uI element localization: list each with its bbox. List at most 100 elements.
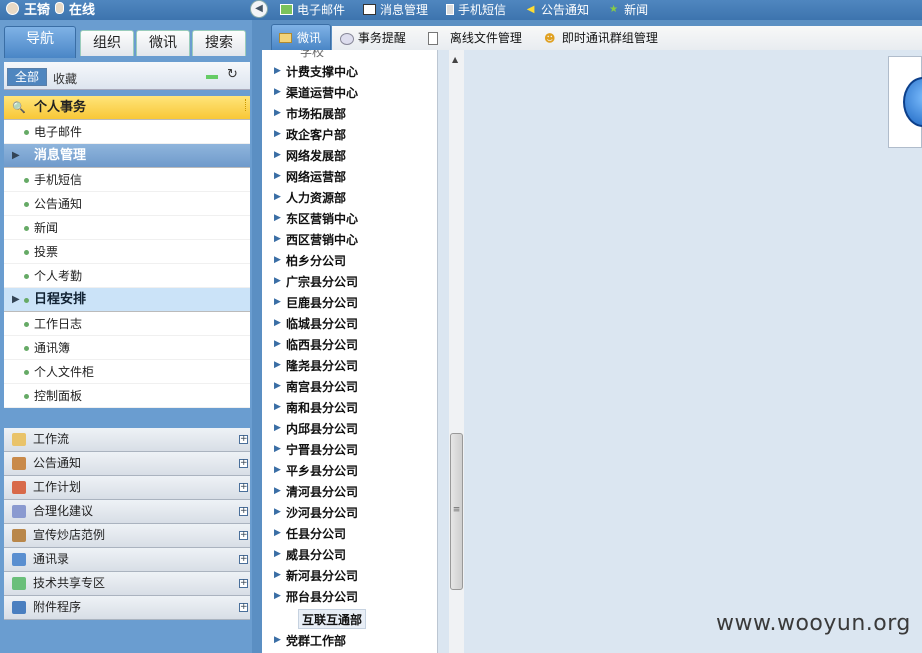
plus-icon[interactable]: +	[239, 459, 248, 468]
nav-item-attendance[interactable]: 个人考勤	[4, 264, 250, 288]
acc-label: 工作计划	[33, 480, 82, 494]
message-icon	[363, 4, 377, 15]
tab-nav[interactable]: 导航	[4, 26, 76, 58]
refresh-icon[interactable]: ↻	[227, 67, 238, 82]
nav-item-email[interactable]: 电子邮件	[4, 120, 250, 144]
acc-label: 技术共享专区	[33, 576, 106, 590]
nav-item-news[interactable]: 新闻	[4, 216, 250, 240]
plus-icon[interactable]: +	[239, 603, 248, 612]
acc-notice[interactable]: 公告通知 +	[4, 452, 250, 476]
tab-org[interactable]: 组织	[80, 30, 134, 56]
dept-item[interactable]: ▶ 巨鹿县分公司	[274, 293, 358, 313]
phone-icon	[446, 4, 455, 15]
dept-item[interactable]: ▶ 计费支撑中心	[274, 62, 358, 82]
quick-link-email[interactable]: 电子邮件	[280, 1, 345, 18]
dept-item[interactable]: ▶ 南和县分公司	[274, 398, 358, 418]
nav-item-worklog[interactable]: 工作日志	[4, 312, 250, 336]
dept-item[interactable]: ▶ 沙河县分公司	[274, 503, 358, 523]
tab-weixun[interactable]: 微讯	[136, 30, 190, 56]
dept-item[interactable]: ▶ 宁晋县分公司	[274, 440, 358, 460]
acc-attachments[interactable]: 附件程序 +	[4, 596, 250, 620]
dept-item[interactable]: ▶ 东区营销中心	[274, 209, 358, 229]
dept-item[interactable]: ▶ 西区营销中心	[274, 230, 358, 250]
back-arrow-icon[interactable]: ◀	[250, 0, 268, 18]
dept-item[interactable]: ▶ 市场拓展部	[274, 104, 346, 124]
collapse-icon[interactable]	[206, 75, 218, 79]
quick-link-notice[interactable]: ◀ 公告通知	[524, 1, 589, 18]
plus-icon[interactable]: +	[239, 435, 248, 444]
tab-search[interactable]: 搜索	[192, 30, 246, 56]
nav-item-sms[interactable]: 手机短信	[4, 168, 250, 192]
dept-item-selected[interactable]: 互联互通部	[298, 609, 367, 629]
group-label: 消息管理	[34, 148, 87, 163]
dept-item[interactable]: ▶ 内邱县分公司	[274, 419, 358, 439]
group-personal[interactable]: 🔍 个人事务	[4, 96, 250, 120]
dept-label: 隆尧县分公司	[286, 359, 359, 373]
dept-item[interactable]: ▶ 清河县分公司	[274, 482, 358, 502]
dept-item[interactable]: ▶ 网络运营部	[274, 167, 346, 187]
dept-item[interactable]: ▶ 隆尧县分公司	[274, 356, 359, 376]
tab-offline-files[interactable]: 离线文件管理	[428, 27, 522, 50]
dept-item[interactable]: ▶ 临西县分公司	[274, 335, 358, 355]
bullet-icon	[24, 346, 29, 351]
nav-item-vote[interactable]: 投票	[4, 240, 250, 264]
dept-item[interactable]: ▶ 柏乡分公司	[274, 251, 346, 271]
dept-item[interactable]: ▶ 南宫县分公司	[274, 377, 358, 397]
dept-item[interactable]: ▶ 渠道运营中心	[274, 83, 358, 103]
acc-label: 附件程序	[33, 600, 82, 614]
nav-item-notice[interactable]: 公告通知	[4, 192, 250, 216]
plus-icon[interactable]: +	[239, 483, 248, 492]
acc-promo[interactable]: 宣传炒店范例 +	[4, 524, 250, 548]
dept-item[interactable]: ▶ 网络发展部	[274, 146, 347, 166]
quick-link-sms[interactable]: 手机短信	[446, 1, 506, 18]
acc-workflow[interactable]: 工作流 +	[4, 428, 250, 452]
dept-label: 人力资源部	[286, 191, 347, 205]
quick-link-label: 公告通知	[541, 3, 590, 17]
dept-item[interactable]: ▶ 政企客户部	[274, 125, 346, 145]
nav-item-contacts[interactable]: 通讯簿	[4, 336, 250, 360]
dept-item[interactable]: ▶ 党群工作部	[274, 631, 346, 651]
nav-item-control-panel[interactable]: 控制面板	[4, 384, 250, 408]
tab-im-groups[interactable]: ☻ 即时通讯群组管理	[544, 27, 658, 50]
dept-item[interactable]: ▶ 人力资源部	[274, 188, 347, 208]
nav-item-file-cabinet[interactable]: 个人文件柜	[4, 360, 250, 384]
tree-scrollbar[interactable]: ▲ ≡	[449, 50, 464, 653]
dept-item[interactable]: ▶ 新河县分公司	[274, 566, 358, 586]
user-name: 王锜	[24, 2, 51, 18]
chevron-right-icon: ▶	[274, 570, 281, 580]
dept-item[interactable]: ▶ 任县分公司	[274, 524, 346, 544]
group-label: 个人事务	[34, 100, 87, 115]
quick-link-label: 新闻	[624, 3, 649, 17]
dept-item[interactable]: ▶ 平乡县分公司	[274, 461, 358, 481]
scrollbar-thumb[interactable]: ≡	[450, 433, 463, 590]
chevron-right-icon: ▶	[274, 192, 281, 202]
quick-link-message[interactable]: 消息管理	[363, 1, 428, 18]
plus-icon[interactable]: +	[239, 507, 248, 516]
acc-tech-share[interactable]: 技术共享专区 +	[4, 572, 250, 596]
dept-item[interactable]: ▶ 广宗县分公司	[274, 272, 358, 292]
user-info: 王锜 在线	[6, 0, 95, 18]
dept-item[interactable]: ▶ 威县分公司	[274, 545, 346, 565]
dept-item[interactable]: ▶ 临城县分公司	[274, 314, 358, 334]
online-status-icon	[55, 2, 65, 14]
dept-item[interactable]: 学校	[300, 50, 324, 62]
plus-icon[interactable]: +	[239, 579, 248, 588]
plus-icon[interactable]: +	[239, 555, 248, 564]
bullet-icon	[24, 274, 29, 279]
acc-work-plan[interactable]: 工作计划 +	[4, 476, 250, 500]
top-bar: 王锜 在线 ◀ 电子邮件 消息管理 手机短信 ◀ 公告通知 ★ 新闻	[0, 0, 922, 20]
group-msg-mgmt[interactable]: ▶ 消息管理	[4, 144, 250, 168]
online-status[interactable]: 在线	[69, 0, 95, 18]
plus-icon[interactable]: +	[239, 531, 248, 540]
scroll-up-icon[interactable]: ▲	[452, 55, 458, 64]
group-schedule[interactable]: ▶ 日程安排	[4, 288, 250, 312]
acc-suggestion[interactable]: 合理化建议 +	[4, 500, 250, 524]
tab-reminders[interactable]: 事务提醒	[340, 27, 406, 50]
acc-address-book[interactable]: 通讯录 +	[4, 548, 250, 572]
favorites-link[interactable]: 收藏	[53, 70, 77, 87]
dept-item[interactable]: ▶ 邢台县分公司	[274, 587, 358, 607]
tab-weixun-work[interactable]: 微讯	[271, 24, 331, 50]
all-button[interactable]: 全部	[7, 68, 47, 86]
quick-link-news[interactable]: ★ 新闻	[607, 1, 648, 18]
dept-label: 网络发展部	[286, 149, 347, 163]
